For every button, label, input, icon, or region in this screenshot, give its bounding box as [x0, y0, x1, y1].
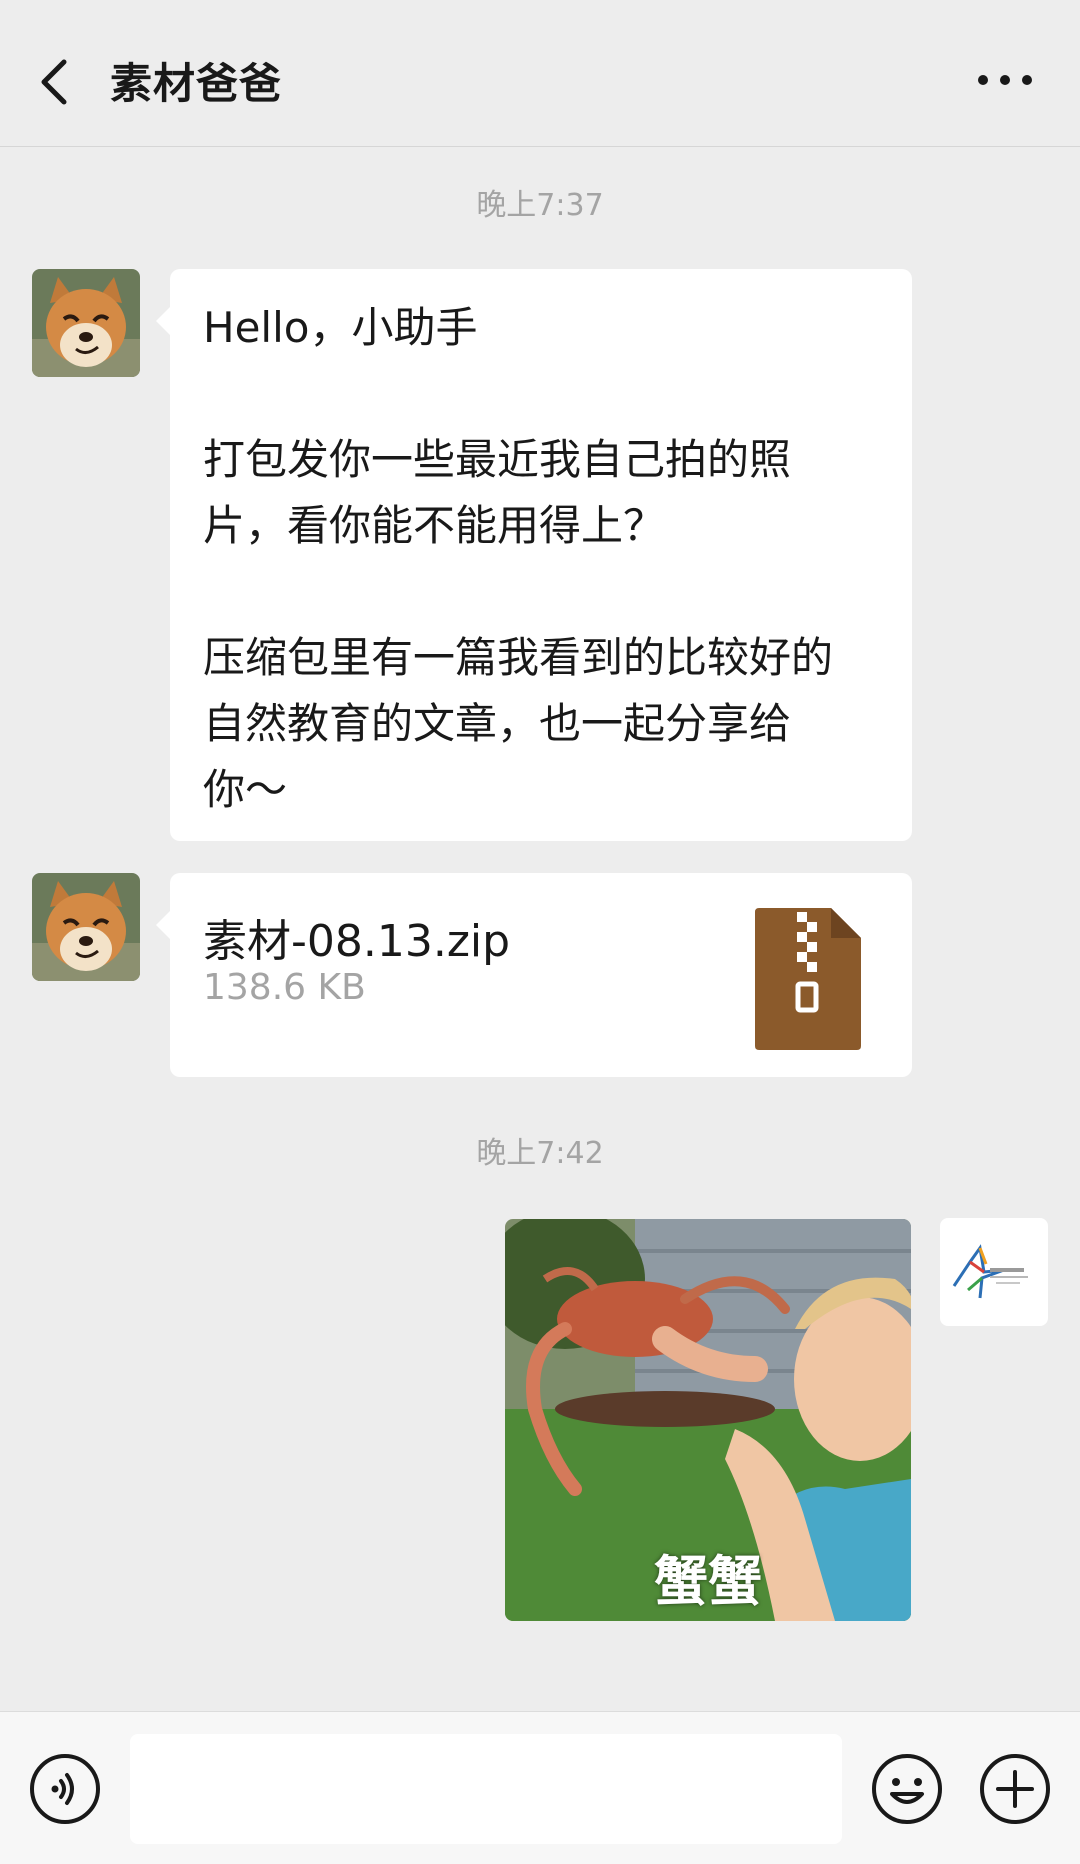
contact-avatar[interactable]	[32, 873, 140, 981]
chat-header: 素材爸爸	[0, 0, 1080, 147]
contact-avatar[interactable]	[32, 269, 140, 377]
emoji-button[interactable]	[870, 1752, 944, 1830]
back-arrow-icon	[41, 59, 67, 105]
file-size: 138.6 KB	[203, 967, 366, 1008]
file-message[interactable]: 素材-08.13.zip 138.6 KB	[156, 873, 912, 1077]
message-text: Hello，小助手 打包发你一些最近我自己拍的照 片，看你能不能用得上？ 压缩包…	[203, 303, 834, 814]
file-name: 素材-08.13.zip	[203, 916, 511, 967]
more-button[interactable]	[970, 60, 1040, 100]
zip-file-icon	[755, 908, 861, 1050]
voice-icon	[30, 1754, 100, 1824]
message-timestamp: 晚上7:37	[476, 188, 604, 223]
back-button[interactable]	[32, 52, 82, 112]
voice-button[interactable]	[28, 1752, 102, 1830]
message-input[interactable]	[130, 1734, 842, 1844]
emoji-icon	[872, 1754, 942, 1824]
shiba-dog-avatar-icon	[32, 873, 140, 981]
message-timestamp: 晚上7:42	[476, 1136, 604, 1171]
star-logo-icon	[952, 1244, 1028, 1299]
plus-icon	[980, 1754, 1050, 1824]
self-avatar[interactable]	[940, 1218, 1048, 1326]
shiba-dog-avatar-icon	[32, 269, 140, 377]
chat-title: 素材爸爸	[110, 59, 283, 108]
input-bar	[0, 1711, 1080, 1864]
image-message[interactable]: 蟹蟹	[505, 1219, 911, 1621]
plus-button[interactable]	[978, 1752, 1052, 1830]
image-caption: 蟹蟹	[654, 1550, 762, 1613]
more-icon	[978, 75, 1032, 85]
